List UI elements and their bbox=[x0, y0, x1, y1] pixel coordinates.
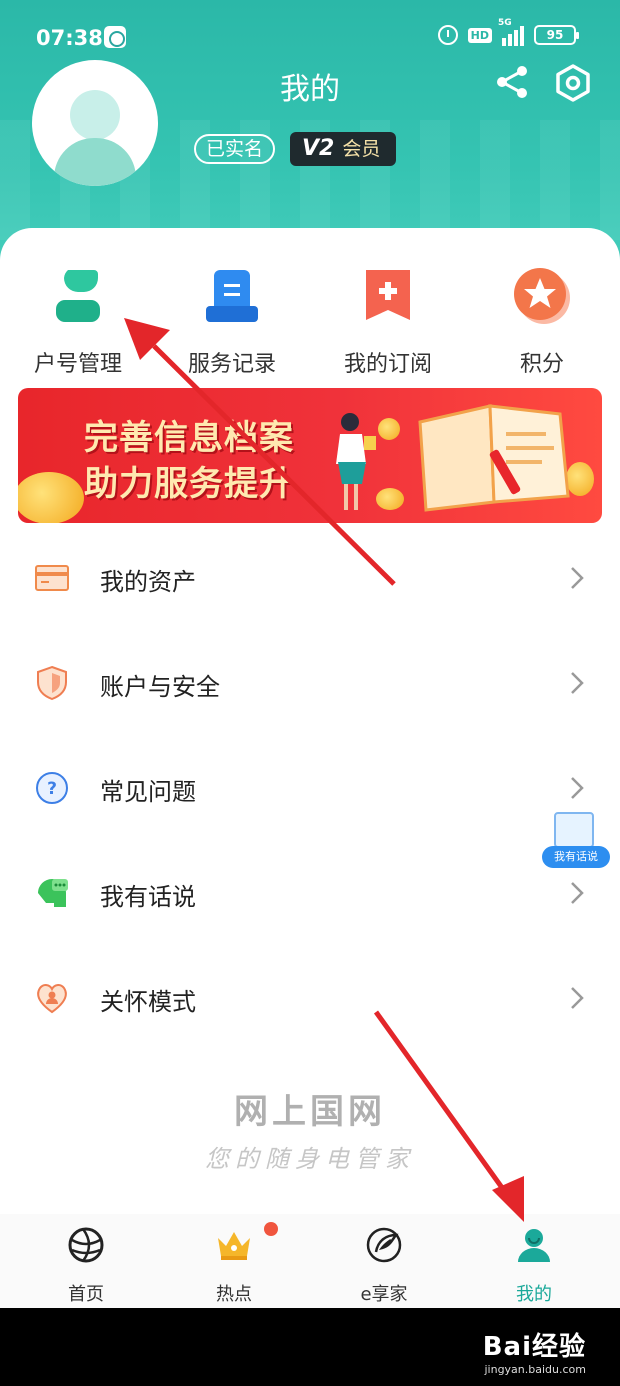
menu-item-label: 常见问题 bbox=[100, 778, 196, 806]
tab-hot[interactable]: 热点 bbox=[184, 1226, 284, 1306]
coin-decoration bbox=[378, 418, 400, 440]
quick-action-subscription[interactable]: 我的订阅 bbox=[318, 266, 458, 378]
chevron-right-icon bbox=[571, 882, 584, 904]
menu-list: 我的资产 账户与安全 ? 常见问题 我有话说 关怀模式 bbox=[0, 526, 620, 1051]
chevron-right-icon bbox=[571, 672, 584, 694]
network-type: 5G bbox=[498, 18, 512, 28]
alarm-icon bbox=[437, 25, 458, 45]
baidu-jingyan-watermark: Bai经验 jingyan.baidu.com bbox=[483, 1326, 586, 1376]
menu-item-label: 我有话说 bbox=[100, 883, 196, 911]
banner-headline: 完善信息档案 bbox=[84, 418, 294, 458]
member-level: V2 bbox=[302, 136, 335, 161]
subscription-bookmark-icon bbox=[366, 270, 410, 320]
service-record-icon bbox=[206, 270, 258, 322]
quick-action-service-record[interactable]: 服务记录 bbox=[162, 266, 302, 378]
hd-badge: HD bbox=[467, 27, 492, 43]
menu-item-account-security[interactable]: 账户与安全 bbox=[0, 631, 620, 736]
main-card: 户号管理 服务记录 我的订阅 积分 完善信息档案 助力服务提升 我的资产 账户与… bbox=[0, 228, 620, 1218]
tab-mine[interactable]: 我的 bbox=[484, 1226, 584, 1306]
svg-text:?: ? bbox=[47, 779, 57, 799]
coin-decoration bbox=[376, 488, 404, 510]
book-illustration bbox=[418, 404, 570, 512]
quick-action-points[interactable]: 积分 bbox=[472, 266, 612, 378]
tab-label: 我的 bbox=[516, 1284, 552, 1305]
menu-item-faq[interactable]: ? 常见问题 bbox=[0, 736, 620, 841]
quick-action-label: 户号管理 bbox=[33, 352, 122, 377]
share-icon[interactable] bbox=[494, 64, 530, 100]
floating-feedback-label: 我有话说 bbox=[542, 846, 610, 868]
woman-illustration bbox=[336, 413, 376, 510]
member-level-badge[interactable]: V2 会员 bbox=[290, 132, 397, 166]
brand-tagline: 您的随身电管家 bbox=[205, 1145, 415, 1173]
watermark-logo-text: Bai经验 bbox=[482, 1332, 586, 1362]
tab-label: 首页 bbox=[68, 1284, 104, 1305]
banner-subline: 助力服务提升 bbox=[84, 464, 294, 504]
e-leaf-icon bbox=[366, 1227, 402, 1263]
care-heart-icon bbox=[37, 984, 67, 1014]
assets-card-icon bbox=[35, 565, 69, 591]
battery-level: 95 bbox=[534, 25, 579, 45]
settings-gear-icon[interactable] bbox=[554, 64, 592, 102]
points-star-icon bbox=[514, 268, 570, 324]
crown-icon bbox=[218, 1232, 250, 1260]
question-icon: ? bbox=[36, 772, 68, 804]
verified-badge: 已实名 bbox=[194, 134, 276, 164]
app-screen: 07:38 HD 5G 95 我的 已实名 V2 会员 户号管理 服务记录 我的… bbox=[0, 0, 620, 1308]
menu-item-label: 账户与安全 bbox=[100, 673, 220, 701]
tab-label: 热点 bbox=[216, 1284, 252, 1305]
tab-home[interactable]: 首页 bbox=[36, 1226, 136, 1306]
quick-action-account[interactable]: 户号管理 bbox=[8, 266, 148, 378]
bottom-tab-bar: 首页 热点 e享家 我的 bbox=[0, 1214, 620, 1308]
menu-item-feedback[interactable]: 我有话说 bbox=[0, 841, 620, 946]
coin-decoration bbox=[18, 472, 84, 523]
quick-action-label: 积分 bbox=[519, 352, 564, 377]
signal-icon: 5G bbox=[498, 18, 524, 46]
chevron-right-icon bbox=[571, 777, 584, 799]
tab-e-home[interactable]: e享家 bbox=[334, 1226, 434, 1306]
member-label: 会员 bbox=[342, 138, 381, 160]
status-icons: HD 5G 95 bbox=[437, 18, 579, 46]
brand-name: 网上国网 bbox=[234, 1092, 386, 1132]
profile-icon bbox=[518, 1229, 550, 1262]
status-time: 07:38 bbox=[36, 26, 103, 50]
quick-action-label: 服务记录 bbox=[187, 352, 276, 377]
notification-dot bbox=[264, 1222, 278, 1236]
menu-item-label: 关怀模式 bbox=[100, 988, 196, 1016]
account-user-icon bbox=[56, 270, 100, 322]
chevron-right-icon bbox=[571, 567, 584, 589]
menu-item-assets[interactable]: 我的资产 bbox=[0, 526, 620, 631]
tab-label: e享家 bbox=[360, 1284, 408, 1305]
avatar[interactable] bbox=[32, 60, 158, 186]
brand-slogan: 网上国网 您的随身电管家 bbox=[0, 1084, 620, 1174]
chat-head-icon bbox=[38, 879, 68, 907]
watermark-url: jingyan.baidu.com bbox=[484, 1363, 586, 1376]
feedback-pad-icon bbox=[554, 812, 594, 848]
globe-icon bbox=[68, 1227, 104, 1263]
chevron-right-icon bbox=[571, 987, 584, 1009]
promo-banner[interactable]: 完善信息档案 助力服务提升 bbox=[18, 388, 602, 523]
menu-item-label: 我的资产 bbox=[100, 568, 196, 596]
state-grid-app-icon bbox=[104, 26, 126, 48]
floating-feedback-button[interactable]: 我有话说 bbox=[540, 806, 612, 870]
shield-icon bbox=[37, 665, 67, 701]
quick-action-label: 我的订阅 bbox=[343, 352, 432, 377]
menu-item-care-mode[interactable]: 关怀模式 bbox=[0, 946, 620, 1051]
